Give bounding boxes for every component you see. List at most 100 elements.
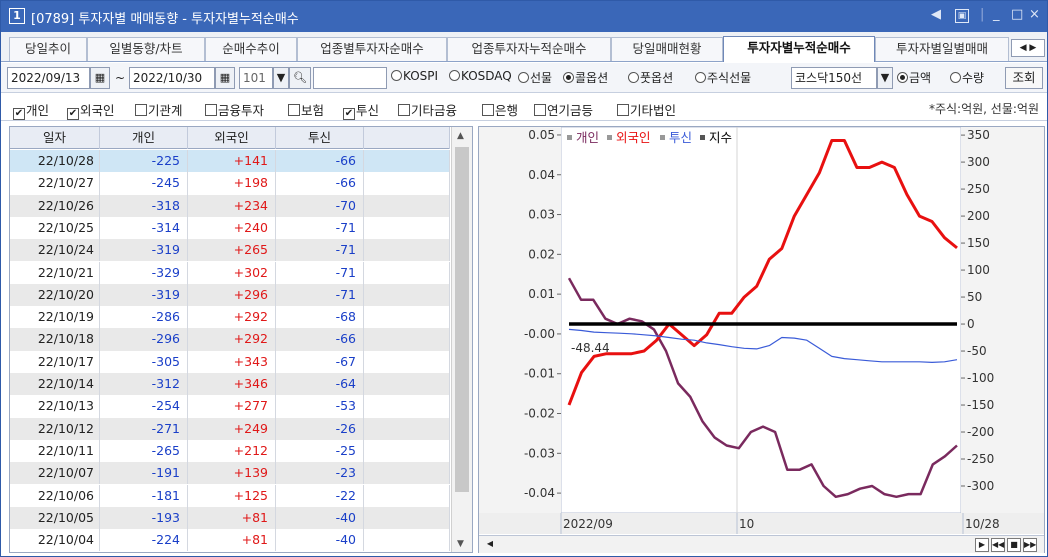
checkbox-bank[interactable]: 은행 — [482, 100, 518, 119]
cell-empty — [364, 439, 450, 463]
table-row[interactable]: 22/10/06 -181 +125 -22 — [10, 484, 450, 507]
radio-futures[interactable]: 선물 — [518, 69, 552, 86]
table-row[interactable]: 22/10/13 -254 +277 -53 — [10, 395, 450, 418]
table-row[interactable]: 22/10/27 -245 +198 -66 — [10, 172, 450, 195]
tab-investor-cumulative[interactable]: 투자자별누적순매수 — [723, 36, 875, 62]
column-foreign[interactable]: 외국인 — [188, 127, 276, 149]
chevron-down-icon[interactable]: ▼ — [273, 67, 289, 89]
legend-label: 투신 — [669, 130, 692, 145]
table-row[interactable]: 22/10/21 -329 +302 -71 — [10, 261, 450, 284]
tab-daily-trading[interactable]: 당일매매현황 — [611, 37, 723, 61]
radio-call-option[interactable]: 콜옵션 — [563, 69, 608, 86]
minimize-icon[interactable]: _ — [993, 7, 1000, 22]
table-row[interactable]: 22/10/04 -224 +81 -40 — [10, 529, 450, 552]
cell-individual: -286 — [100, 306, 188, 329]
scroll-down-icon[interactable]: ▼ — [457, 539, 464, 549]
tab-daily-trend[interactable]: 당일추이 — [9, 37, 87, 61]
cell-foreign: +292 — [188, 328, 276, 351]
scroll-left-icon[interactable]: ◀ — [483, 538, 497, 552]
end-date-input[interactable]: 2022/10/30 — [129, 67, 215, 89]
cell-trust: -66 — [276, 328, 364, 351]
scroll-up-icon[interactable]: ▲ — [457, 131, 464, 141]
calendar-icon[interactable]: ▦ — [215, 67, 235, 89]
search-icon[interactable]: 🔍︎ — [289, 67, 311, 89]
column-trust[interactable]: 투신 — [276, 127, 364, 149]
cell-individual: -318 — [100, 194, 188, 217]
cell-date: 22/10/19 — [10, 306, 100, 329]
tab-sector-investor[interactable]: 업종별투자자순매수 — [297, 37, 447, 61]
table-row[interactable]: 22/10/25 -314 +240 -71 — [10, 216, 450, 240]
maximize-icon[interactable]: □ — [1011, 7, 1023, 22]
table-row[interactable]: 22/10/17 -305 +343 -67 — [10, 350, 450, 373]
table-row[interactable]: 22/10/26 -318 +234 -70 — [10, 194, 450, 217]
cell-trust: -26 — [276, 417, 364, 440]
stop-icon[interactable]: ■ — [1007, 538, 1021, 552]
tab-net-buy-trend[interactable]: 순매수추이 — [205, 37, 297, 61]
main-window: 1 [0789] 투자자별 매매동향 - 투자자별누적순매수 ◀ ▣ | _ □… — [0, 0, 1048, 557]
scroll-right-icon[interactable]: ▶ — [975, 538, 989, 552]
cell-empty — [364, 172, 450, 195]
index-select[interactable]: 코스닥150선 — [791, 67, 877, 89]
table-row[interactable]: 22/10/14 -312 +346 -64 — [10, 373, 450, 396]
fast-forward-icon[interactable]: ▶▶ — [1023, 538, 1037, 552]
window-title: [0789] 투자자별 매매동향 - 투자자별누적순매수 — [31, 12, 299, 27]
radio-kosdaq[interactable]: KOSDAQ — [449, 69, 512, 83]
prev-icon[interactable]: ◀ — [931, 7, 941, 22]
tab-bar: 당일추이 일별동향/차트 순매수추이 업종별투자자순매수 업종투자자누적순매수 … — [1, 32, 1047, 62]
calendar-icon[interactable]: ▦ — [90, 67, 110, 89]
cell-foreign: +277 — [188, 395, 276, 418]
right-tick-label: -50 — [967, 344, 987, 358]
checkbox-other-corp[interactable]: 기타법인 — [617, 100, 676, 119]
chart-scrollbar[interactable]: ◀ ▶ ◀◀ ■ ▶▶ — [479, 535, 1044, 553]
right-tick-label: -250 — [967, 452, 994, 466]
column-individual[interactable]: 개인 — [100, 127, 188, 149]
table-row[interactable]: 22/10/24 -319 +265 -71 — [10, 239, 450, 262]
checkbox-icon — [135, 104, 147, 116]
tab-sector-cumulative[interactable]: 업종투자자누적순매수 — [447, 37, 611, 61]
right-tick-label: -150 — [967, 398, 994, 412]
radio-stock-futures[interactable]: 주식선물 — [695, 69, 751, 86]
table-row[interactable]: 22/10/19 -286 +292 -68 — [10, 306, 450, 329]
vertical-scrollbar[interactable]: ▲ ▼ — [451, 127, 472, 552]
tab-investor-daily[interactable]: 투자자별일별매매 — [875, 37, 1009, 61]
cell-foreign: +265 — [188, 239, 276, 262]
checkbox-trust[interactable]: ✔ 투신 — [343, 100, 379, 120]
checkbox-individual[interactable]: ✔ 개인 — [13, 100, 49, 120]
checkbox-institution[interactable]: 기관계 — [135, 100, 183, 119]
checkbox-insurance[interactable]: 보험 — [288, 100, 324, 119]
code-name-field[interactable] — [313, 67, 387, 89]
chevron-down-icon[interactable]: ▼ — [877, 67, 893, 89]
table-row[interactable]: 22/10/12 -271 +249 -26 — [10, 417, 450, 440]
table-row[interactable]: 22/10/07 -191 +139 -23 — [10, 462, 450, 485]
column-date[interactable]: 일자 — [10, 127, 100, 149]
left-tick-label: -0.04 — [524, 486, 555, 500]
table-row[interactable]: 22/10/20 -319 +296 -71 — [10, 283, 450, 307]
cell-date: 22/10/26 — [10, 194, 100, 217]
table-row[interactable]: 22/10/05 -193 +81 -40 — [10, 506, 450, 530]
radio-quantity[interactable]: 수량 — [950, 69, 984, 86]
tab-daily-chart[interactable]: 일별동향/차트 — [87, 37, 205, 61]
rewind-icon[interactable]: ◀◀ — [991, 538, 1005, 552]
checkbox-financial-investment[interactable]: 금융투자 — [205, 100, 264, 119]
cell-foreign: +81 — [188, 506, 276, 530]
table-row[interactable]: 22/10/28 -225 +141 -66 — [10, 150, 450, 173]
checkbox-foreign[interactable]: ✔ 외국인 — [67, 100, 115, 120]
checkbox-other-finance[interactable]: 기타금융 — [398, 100, 457, 119]
search-button[interactable]: 조회 — [1005, 67, 1043, 89]
scroll-thumb[interactable] — [455, 147, 469, 492]
checkbox-pension[interactable]: 연기금등 — [534, 100, 593, 119]
table-row[interactable]: 22/10/11 -265 +212 -25 — [10, 439, 450, 463]
table-row[interactable]: 22/10/18 -296 +292 -66 — [10, 328, 450, 351]
start-date-input[interactable]: 2022/09/13 — [7, 67, 90, 89]
close-icon[interactable]: × — [1029, 7, 1040, 22]
radio-amount[interactable]: 금액 — [897, 69, 931, 86]
cell-trust: -53 — [276, 395, 364, 418]
tab-scroll-arrows[interactable]: ◀ ▶ — [1011, 39, 1045, 57]
restore-icon[interactable]: ▣ — [955, 9, 969, 23]
cell-individual: -245 — [100, 172, 188, 195]
radio-icon — [950, 72, 961, 83]
cell-date: 22/10/14 — [10, 373, 100, 396]
radio-kospi[interactable]: KOSPI — [391, 69, 438, 83]
radio-put-option[interactable]: 풋옵션 — [628, 69, 673, 86]
code-input[interactable]: 101 — [239, 67, 273, 89]
